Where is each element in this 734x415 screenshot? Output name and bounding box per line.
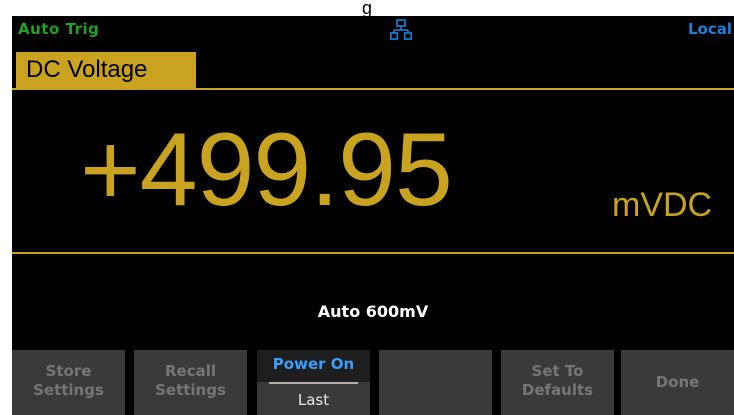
done-button[interactable]: Done	[621, 350, 734, 415]
meter-display: Auto Trig Local DC Voltage +499.95 mVDC …	[12, 16, 734, 415]
local-status: Local	[687, 20, 732, 38]
trigger-status: Auto Trig	[18, 20, 100, 38]
blank-softkey[interactable]	[379, 350, 492, 415]
recall-settings-button[interactable]: Recall Settings	[134, 350, 247, 415]
power-on-button[interactable]: Power On Last	[257, 350, 370, 415]
softkey-label: Done	[655, 373, 700, 391]
softkey-label: Settings	[155, 381, 226, 399]
network-icon	[390, 19, 412, 40]
softkey-label: Store	[45, 362, 92, 380]
measurement-unit: mVDC	[612, 186, 713, 224]
measurement-value: +499.95	[80, 112, 453, 228]
function-label: DC Voltage	[16, 52, 196, 88]
divider	[12, 88, 734, 90]
softkey-label: Settings	[33, 381, 104, 399]
page-caption: g	[0, 0, 734, 16]
store-settings-button[interactable]: Store Settings	[12, 350, 125, 415]
softkey-bar: Store Settings Recall Settings Power On …	[12, 350, 734, 415]
range-label: Auto 600mV	[317, 302, 429, 321]
softkey-label: Recall	[164, 362, 217, 380]
softkey-label: Set To	[531, 362, 584, 380]
power-on-value: Last	[257, 384, 370, 415]
power-on-title: Power On	[257, 350, 370, 382]
divider	[12, 252, 734, 254]
softkey-label: Defaults	[521, 381, 594, 399]
set-to-defaults-button[interactable]: Set To Defaults	[501, 350, 614, 415]
status-bar: Auto Trig Local	[12, 16, 734, 42]
